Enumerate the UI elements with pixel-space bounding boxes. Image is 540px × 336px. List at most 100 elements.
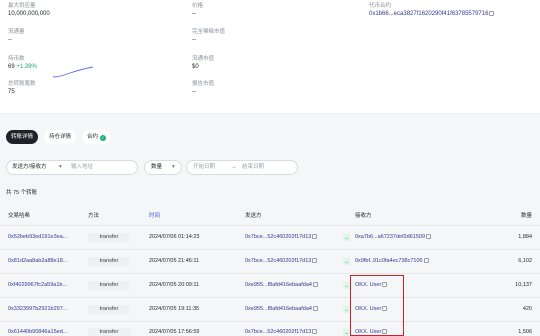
from-address[interactable]: 0x7bce...52c460202f17d13 — [245, 329, 311, 335]
end-date-input[interactable]: 结束日期 — [242, 161, 264, 174]
col-to: 接收方 — [355, 213, 372, 219]
tx-amount: 6,102 — [518, 258, 532, 264]
circ-mcap-value: $0 — [192, 64, 199, 70]
table-row: 0x52beb93ed191e3ea... transfer 2024/07/0… — [0, 227, 540, 248]
arrow-right-icon: → — [343, 282, 350, 289]
tx-time: 2024/07/05 19:11:35 — [149, 306, 200, 312]
tab-contract[interactable]: 合约 ✓ — [82, 130, 112, 144]
max-supply-stat: 最大供应量 10,000,000,000 — [8, 2, 50, 19]
contract-address-link[interactable]: 0x1b66...eca3827f1620290f41f63785579716 — [369, 10, 495, 19]
table-row: 0xf4029967fc2a59a1b... transfer 2024/07/… — [0, 275, 540, 296]
from-address-link[interactable]: 0x7bce...52c460202f17d13 — [245, 328, 318, 336]
max-supply-label: 最大供应量 — [8, 3, 36, 9]
transfers-value: 75 — [8, 89, 15, 95]
tab-transfers[interactable]: 转账详情 — [6, 130, 39, 144]
copy-icon[interactable] — [489, 10, 495, 16]
table-row: 0x61440b90846a15ed... transfer 2024/07/0… — [0, 322, 540, 336]
tx-hash-link[interactable]: 0x3323997b2921b297... — [8, 305, 67, 313]
token-overview-card: 最大供应量 10,000,000,000 流通量 -- 持币数 69 +1.39… — [0, 0, 540, 114]
copy-icon[interactable] — [312, 281, 318, 287]
annotation-highlight-box — [350, 275, 404, 336]
method-badge: transfer — [88, 233, 130, 242]
from-address-link[interactable]: 0xe955...f8afd416ebaafda4 — [245, 281, 318, 289]
contract-label: 代币合约 — [369, 3, 392, 9]
from-address-link[interactable]: 0x7bce...52c460202f17d13 — [245, 233, 318, 241]
col-method: 方法 — [88, 213, 100, 219]
circulating-value: -- — [8, 37, 12, 43]
circulating-stat: 流通量 -- — [8, 28, 25, 45]
method-badge: transfer — [88, 328, 130, 336]
tx-amount: 10,137 — [515, 282, 532, 288]
tx-time: 2024/07/05 21:46:11 — [149, 258, 200, 264]
price-label: 价格 — [192, 3, 204, 9]
divider — [0, 225, 540, 226]
col-amount: 数量 — [520, 213, 532, 219]
to-address-link[interactable]: 0x9fbf..91c0fa4ec738c7105 — [355, 257, 429, 265]
address-filter[interactable]: 发送方/接收方 ▾ 输入地址 — [6, 160, 138, 175]
col-time[interactable]: 时间 — [149, 211, 160, 219]
tx-amount: 1,506 — [518, 329, 532, 335]
holders-stat: 持币数 69 +1.39% — [8, 55, 37, 72]
detail-tabs: 转账详情 持仓详情 合约 ✓ — [6, 130, 112, 144]
start-date-input[interactable]: 开始日期 — [193, 161, 215, 174]
to-address[interactable]: 0x9fbf..91c0fa4ec738c7105 — [355, 258, 423, 264]
tab-holdings[interactable]: 持仓详情 — [44, 130, 77, 144]
holders-value-line: 69 +1.39% — [8, 63, 37, 72]
circ-mcap-label: 流通市值 — [192, 56, 215, 62]
fdv-label: 完全稀释市值 — [192, 29, 226, 35]
tx-hash-link[interactable]: 0x81d2aa8ab2a88e18... — [8, 257, 67, 265]
copy-icon[interactable] — [426, 233, 432, 239]
to-address-link[interactable]: 0xa7b6...a67237def2d61509 — [355, 233, 432, 241]
holders-label: 持币数 — [8, 56, 25, 62]
col-hash: 交易哈希 — [8, 213, 31, 219]
contract-stat: 代币合约 0x1b66...eca3827f1620290f41f6378557… — [369, 2, 495, 19]
pre-mcap-label: 报告市值 — [192, 81, 215, 87]
divider — [0, 273, 540, 274]
to-address[interactable]: 0xa7b6...a67237def2d61509 — [355, 234, 425, 240]
tx-hash-link[interactable]: 0x52beb93ed191e3ea... — [8, 233, 67, 241]
from-address-link[interactable]: 0x7bce...52c460202f17d13 — [245, 257, 318, 265]
arrow-right-icon: → — [343, 329, 350, 336]
copy-icon[interactable] — [312, 328, 318, 334]
divider — [0, 249, 540, 250]
table-row: 0x3323997b2921b297... transfer 2024/07/0… — [0, 299, 540, 320]
contract-address[interactable]: 0x1b66...eca3827f1620290f41f63785579716 — [369, 11, 488, 17]
arrow-right-icon: → — [343, 258, 350, 265]
price-stat: 价格 -- — [192, 2, 203, 19]
tab-holdings-label: 持仓详情 — [49, 134, 72, 140]
tx-hash-link[interactable]: 0xf4029967fc2a59a1b... — [8, 281, 67, 289]
price-value: -- — [192, 11, 196, 17]
chevron-down-icon[interactable]: ▾ — [59, 161, 62, 174]
pre-mcap-value: -- — [192, 89, 196, 95]
amount-select[interactable]: 数量 ▾ — [144, 160, 182, 175]
address-input[interactable]: 输入地址 — [71, 161, 93, 174]
arrow-right-icon: → — [231, 164, 237, 170]
tx-hash-link[interactable]: 0x61440b90846a15ed... — [8, 328, 67, 336]
tx-amount: 420 — [522, 306, 532, 312]
tab-contract-label: 合约 — [87, 134, 99, 140]
transfer-count: 共 75 个转账 — [6, 190, 38, 196]
tx-time: 2024/07/05 17:56:59 — [149, 329, 200, 335]
direction-select[interactable]: 发送方/接收方 — [12, 161, 47, 174]
table-header: 交易哈希 方法 时间 发送方 接收方 数量 — [0, 211, 540, 223]
tx-time: 2024/07/06 01:14:23 — [149, 234, 200, 240]
from-address[interactable]: 0xe955...f8afd416ebaafda4 — [245, 282, 312, 288]
copy-icon[interactable] — [312, 233, 318, 239]
copy-icon[interactable] — [312, 257, 318, 263]
verified-check-icon: ✓ — [100, 134, 107, 141]
divider — [0, 297, 540, 298]
holders-sparkline — [52, 66, 94, 78]
holders-change: +1.39% — [16, 64, 37, 70]
from-address[interactable]: 0xe955...f8afd416ebaafda4 — [245, 306, 312, 312]
tx-time: 2024/07/05 20:09:11 — [149, 282, 200, 288]
transfers-label: 总转账笔数 — [8, 81, 36, 87]
from-address-link[interactable]: 0xe955...f8afd416ebaafda4 — [245, 305, 318, 313]
pre-mcap-stat: 报告市值 -- — [192, 80, 214, 97]
from-address[interactable]: 0x7bce...52c460202f17d13 — [245, 234, 311, 240]
copy-icon[interactable] — [312, 305, 318, 311]
fdv-stat: 完全稀释市值 -- — [192, 28, 225, 45]
copy-icon[interactable] — [423, 257, 429, 263]
transfers-stat: 总转账笔数 75 — [8, 80, 36, 97]
from-address[interactable]: 0x7bce...52c460202f17d13 — [245, 258, 311, 264]
date-range-picker[interactable]: 开始日期 → 结束日期 — [186, 160, 298, 175]
